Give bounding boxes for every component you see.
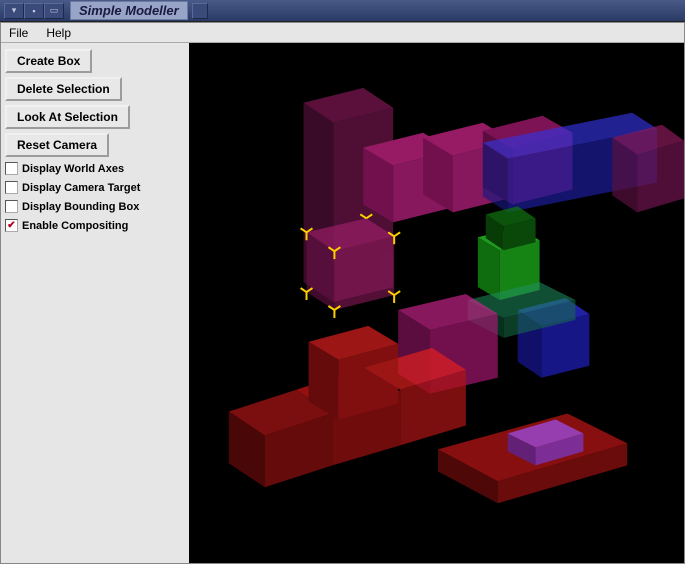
menu-file[interactable]: File — [5, 24, 32, 42]
checkbox-label: Display World Axes — [22, 163, 124, 175]
menu-help[interactable]: Help — [42, 24, 75, 42]
create-box-button[interactable]: Create Box — [5, 49, 92, 73]
window-button-2[interactable]: ▪ — [24, 3, 44, 19]
checkbox-icon — [5, 181, 18, 194]
look-at-selection-button[interactable]: Look At Selection — [5, 105, 130, 129]
scene-render — [189, 43, 684, 563]
menubar: File Help — [1, 23, 684, 43]
checkbox-icon — [5, 162, 18, 175]
reset-camera-button[interactable]: Reset Camera — [5, 133, 109, 157]
display-world-axes-checkbox[interactable]: Display World Axes — [5, 161, 185, 176]
viewport-3d[interactable] — [189, 43, 684, 563]
checkbox-label: Display Bounding Box — [22, 201, 139, 213]
app-window: File Help Create Box Delete Selection Lo… — [0, 22, 685, 564]
titlebar-handle[interactable] — [192, 3, 208, 19]
content-area: Create Box Delete Selection Look At Sele… — [1, 43, 684, 563]
enable-compositing-checkbox[interactable]: ✔ Enable Compositing — [5, 218, 185, 233]
titlebar: ▾ ▪ ▭ Simple Modeller — [0, 0, 685, 22]
checkbox-icon: ✔ — [5, 219, 18, 232]
window-title: Simple Modeller — [70, 1, 188, 20]
display-camera-target-checkbox[interactable]: Display Camera Target — [5, 180, 185, 195]
sidebar: Create Box Delete Selection Look At Sele… — [1, 43, 189, 563]
window-button-1[interactable]: ▾ — [4, 3, 24, 19]
window-button-3[interactable]: ▭ — [44, 3, 64, 19]
window-controls: ▾ ▪ ▭ — [4, 3, 64, 19]
checkbox-label: Enable Compositing — [22, 220, 128, 232]
display-bounding-box-checkbox[interactable]: Display Bounding Box — [5, 199, 185, 214]
delete-selection-button[interactable]: Delete Selection — [5, 77, 122, 101]
checkbox-icon — [5, 200, 18, 213]
checkbox-label: Display Camera Target — [22, 182, 140, 194]
